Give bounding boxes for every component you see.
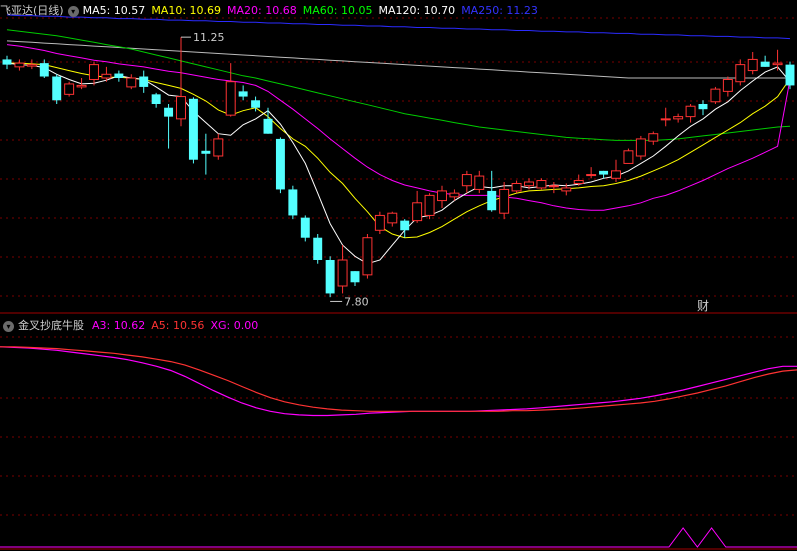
chevron-down-icon[interactable]: ▾	[67, 5, 79, 17]
candle-body-9	[114, 73, 124, 78]
candle-body-24	[300, 217, 310, 238]
candle-body-17	[213, 138, 224, 157]
candle-body-42	[524, 181, 534, 187]
candle-body-12	[151, 94, 161, 104]
ma60-line	[6, 29, 791, 141]
ma-legend-item-5: MA250: 11.23	[461, 4, 538, 17]
candle-body-11	[139, 76, 149, 87]
stock-chart: 11.25 7.80 财	[0, 14, 797, 550]
main-legend: 飞亚达(日线) ▾ MA5: 10.57 MA10: 10.69 MA20: 10.68…	[0, 2, 550, 20]
candle-body-48	[599, 170, 609, 175]
high-price-label: 11.25	[193, 31, 225, 44]
candle-body-45	[561, 187, 572, 192]
candle-body-3	[39, 63, 49, 77]
xg-signal-line	[0, 527, 797, 548]
ma10-line	[7, 62, 791, 239]
low-price-label: 7.80	[344, 295, 369, 308]
candle-body-46	[573, 180, 584, 184]
candle-body-47	[586, 174, 597, 177]
candle-body-55	[685, 105, 696, 118]
candle-body-25	[313, 237, 323, 260]
candle-body-39	[487, 190, 497, 211]
annotations-layer: 11.25 7.80 财	[181, 31, 709, 313]
candle-body-0	[2, 59, 12, 65]
candle-body-36	[449, 192, 460, 198]
indicator-legend-item-2: XG: 0.00	[210, 319, 259, 332]
candle-body-62	[772, 62, 783, 66]
candle-body-63	[785, 64, 795, 86]
candle-body-28	[350, 271, 360, 283]
candle-body-37	[461, 174, 472, 187]
indicator-lines-layer	[0, 346, 797, 548]
candle-body-51	[635, 138, 646, 157]
candle-body-30	[374, 214, 385, 231]
candle-body-61	[760, 61, 770, 67]
candle-body-13	[164, 107, 174, 117]
candle-body-59	[735, 64, 746, 83]
a5-line	[0, 346, 797, 412]
ma-legend-item-4: MA120: 10.70	[378, 4, 456, 17]
candle-body-40	[499, 188, 510, 214]
candle-body-2	[26, 64, 37, 67]
candle-body-4	[52, 76, 62, 101]
candle-body-14	[176, 96, 186, 120]
indicator-value-list: A3: 10.62 A5: 10.56 XG: 0.00	[92, 319, 264, 332]
candle-body-8	[101, 73, 112, 79]
candle-body-35	[437, 190, 447, 202]
candle-body-54	[673, 116, 684, 120]
candle-body-16	[201, 150, 211, 154]
ma120-line	[6, 40, 790, 79]
indicator-legend-item-0: A3: 10.62	[92, 319, 146, 332]
candle-body-5	[64, 83, 75, 95]
candle-body-18	[225, 81, 236, 116]
candle-body-21	[263, 118, 273, 134]
candle-body-7	[89, 64, 99, 80]
candle-body-52	[648, 133, 659, 142]
ma-lines-layer	[6, 14, 791, 265]
a3-line	[0, 346, 797, 417]
candle-body-57	[710, 88, 721, 103]
candle-body-50	[623, 150, 634, 164]
candles-layer	[2, 37, 795, 298]
candle-body-32	[400, 220, 410, 231]
ma-legend-item-1: MA10: 10.69	[151, 4, 222, 17]
candle-body-43	[536, 180, 547, 189]
ma20-line	[6, 44, 791, 211]
ma-legend-item-2: MA20: 10.68	[227, 4, 297, 17]
chevron-down-icon[interactable]: ▾	[3, 320, 14, 332]
ma-indicator-list: MA5: 10.57 MA10: 10.69 MA20: 10.68 MA60: 10…	[83, 4, 544, 17]
candle-body-22	[275, 138, 285, 190]
candle-body-26	[325, 260, 335, 294]
candle-body-41	[511, 182, 522, 192]
indicator-legend-item-1: A5: 10.56	[151, 319, 205, 332]
ma-legend-item-3: MA60: 10.05	[302, 4, 373, 17]
candle-body-58	[722, 78, 733, 92]
candle-body-56	[698, 104, 708, 110]
indicator-name: 金叉抄底牛股	[18, 319, 84, 332]
candle-body-33	[412, 202, 423, 222]
candle-body-49	[611, 170, 621, 179]
candle-body-23	[288, 189, 298, 216]
candle-body-44	[548, 185, 559, 188]
candle-body-31	[387, 212, 398, 224]
candle-body-53	[660, 118, 671, 121]
grid-layer	[0, 17, 797, 550]
candle-body-29	[362, 237, 373, 276]
candle-body-6	[76, 84, 87, 88]
candle-body-10	[126, 77, 137, 88]
candle-body-20	[251, 100, 261, 108]
candle-body-1	[14, 62, 25, 68]
candle-body-27	[337, 259, 348, 287]
candle-body-60	[747, 58, 758, 72]
candle-body-34	[424, 194, 435, 216]
finance-marker[interactable]: 财	[697, 299, 709, 313]
ma5-line	[6, 62, 791, 265]
candle-body-19	[238, 91, 248, 97]
candle-body-38	[474, 175, 485, 190]
ma-legend-item-0: MA5: 10.57	[82, 4, 146, 17]
stock-name: 飞亚达(日线)	[0, 4, 64, 17]
indicator-legend: ▾ 金叉抄底牛股 A3: 10.62 A5: 10.56 XG: 0.00	[0, 317, 270, 335]
candle-body-15	[188, 98, 198, 160]
